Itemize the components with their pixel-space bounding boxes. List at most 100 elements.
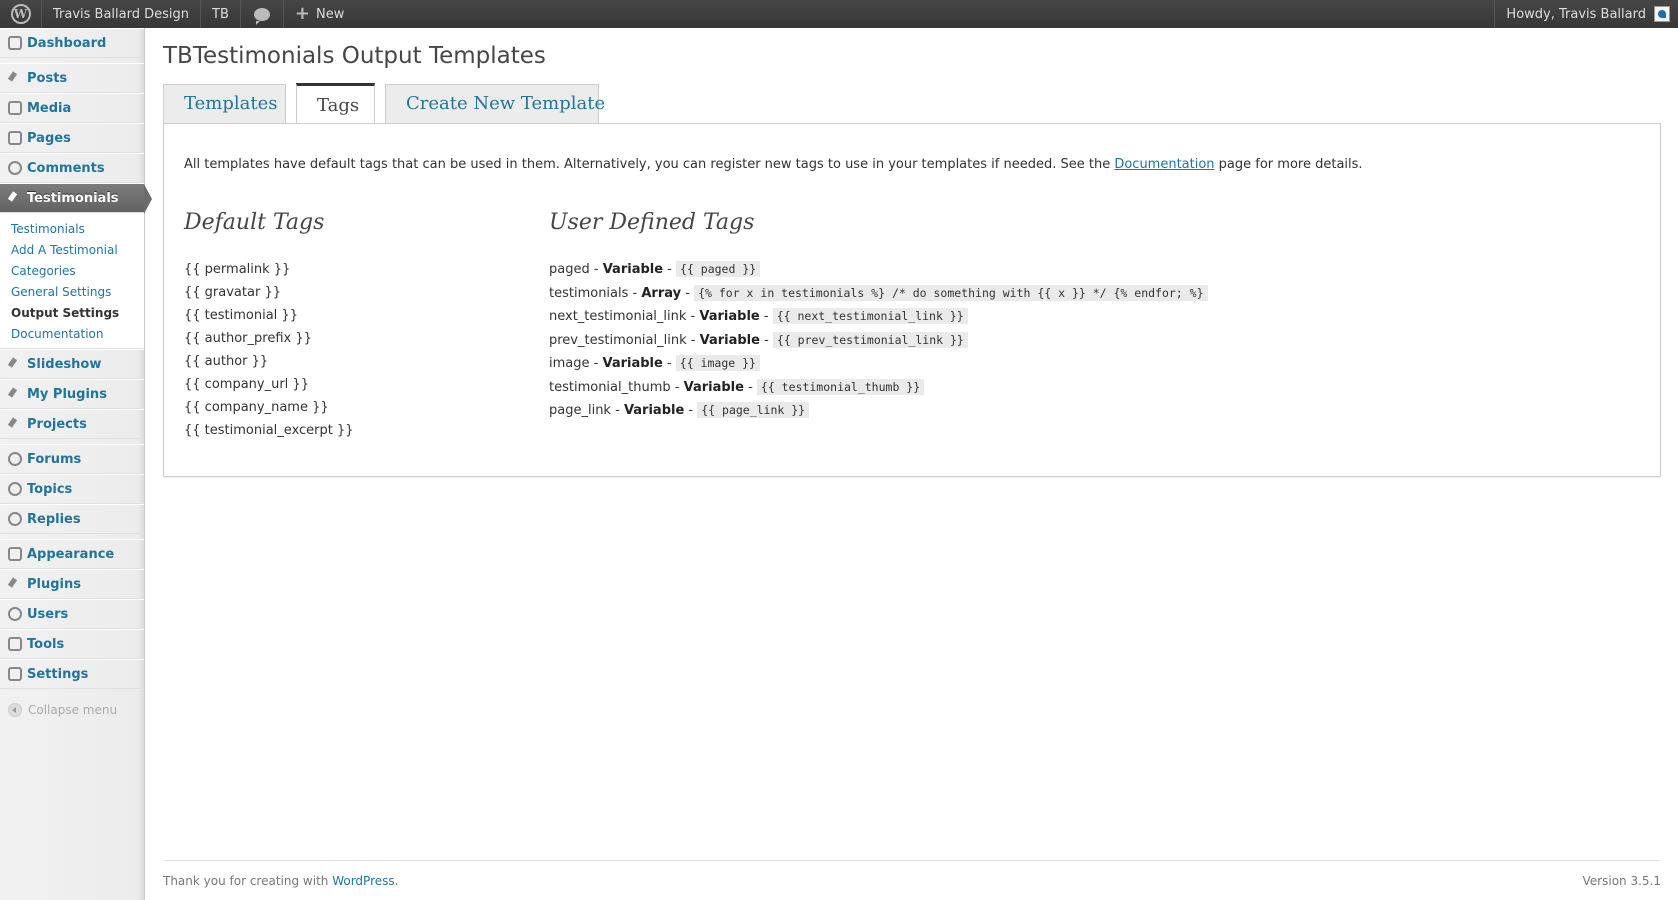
plugin-icon xyxy=(8,577,22,591)
menu-pages[interactable]: Pages xyxy=(0,123,144,153)
comments-button[interactable] xyxy=(241,0,284,28)
pin-icon xyxy=(8,417,22,431)
menu-testimonials-label: Testimonials xyxy=(27,190,119,206)
menu-slideshow[interactable]: Slideshow xyxy=(0,349,144,379)
menu-media-label: Media xyxy=(27,100,72,116)
tag-type: Variable xyxy=(602,356,663,371)
menu-posts-label: Posts xyxy=(27,70,68,86)
separator: - xyxy=(743,379,757,395)
menu-settings[interactable]: Settings xyxy=(0,659,144,689)
howdy-text: Howdy, Travis Ballard xyxy=(1506,6,1646,22)
list-item: {{ company_url }} xyxy=(184,377,309,392)
menu-dashboard[interactable]: Dashboard xyxy=(0,28,144,58)
list-item: {{ permalink }} xyxy=(184,262,291,277)
tag-name: image xyxy=(549,356,590,371)
menu-pages-label: Pages xyxy=(27,130,71,146)
comment-bubble-icon xyxy=(253,7,270,25)
menu-users[interactable]: Users xyxy=(0,599,144,629)
intro-text: All templates have default tags that can… xyxy=(184,157,1363,172)
separator: - xyxy=(670,379,684,395)
tag-type: Variable xyxy=(699,309,760,324)
documentation-link[interactable]: Documentation xyxy=(1114,157,1214,172)
list-item: paged - Variable - {{ paged }} xyxy=(549,261,1208,286)
menu-dashboard-label: Dashboard xyxy=(27,35,107,51)
menu-replies-label: Replies xyxy=(27,511,81,527)
list-item: page_link - Variable - {{ page_link }} xyxy=(549,402,1208,427)
list-item: testimonial_thumb - Variable - {{ testim… xyxy=(549,378,1208,404)
account-menu[interactable]: Howdy, Travis Ballard xyxy=(1494,0,1678,28)
list-item: next_testimonial_link - Variable - {{ ne… xyxy=(549,308,1208,333)
tab-templates[interactable]: Templates xyxy=(163,84,286,123)
separator: - xyxy=(589,356,603,371)
new-content-button[interactable]: + New xyxy=(284,0,355,28)
separator: - xyxy=(663,262,677,277)
tag-code: {{ testimonial_thumb }} xyxy=(756,378,925,395)
intro-text-main: All templates have default tags that can… xyxy=(184,157,1115,172)
intro-text-after: page for more details. xyxy=(1214,157,1363,172)
separator: - xyxy=(759,309,773,324)
tag-code: {{ paged }} xyxy=(676,261,761,277)
tab-create-new-template[interactable]: Create New Template xyxy=(385,84,605,123)
menu-plugins[interactable]: Plugins xyxy=(0,569,144,599)
menu-appearance[interactable]: Appearance xyxy=(0,539,144,569)
list-item: testimonials - Array - {% for x in testi… xyxy=(549,284,1208,310)
menu-settings-label: Settings xyxy=(27,666,89,682)
default-tags-list: {{ permalink }} {{ gravatar }} {{ testim… xyxy=(184,262,354,446)
tools-icon xyxy=(8,637,22,651)
user-tags-heading: User Defined Tags xyxy=(549,210,755,235)
footer-thanks-text: Thank you for creating with xyxy=(163,874,333,888)
testimonials-submenu: Testimonials Add A Testimonial Categorie… xyxy=(0,213,144,349)
topics-icon xyxy=(8,482,22,496)
menu-forums-label: Forums xyxy=(27,451,82,467)
menu-projects[interactable]: Projects xyxy=(0,409,144,439)
tag-name: testimonial_thumb xyxy=(549,379,671,395)
tag-name: testimonials xyxy=(549,285,629,301)
user-tags-list: paged - Variable - {{ paged }} testimoni… xyxy=(549,261,1208,427)
submenu-output-settings[interactable]: Output Settings xyxy=(0,303,144,324)
tag-type: Variable xyxy=(602,262,664,277)
tag-code: {{ prev_testimonial_link }} xyxy=(772,331,968,348)
pin-icon xyxy=(8,191,22,205)
footer: Thank you for creating with WordPress. V… xyxy=(163,860,1661,888)
tags-panel: All templates have default tags that can… xyxy=(163,123,1661,477)
collapse-menu-button[interactable]: Collapse menu xyxy=(0,695,144,725)
menu-forums[interactable]: Forums xyxy=(0,444,144,474)
menu-replies[interactable]: Replies xyxy=(0,504,144,534)
submenu-testimonials[interactable]: Testimonials xyxy=(0,219,144,240)
menu-media[interactable]: Media xyxy=(0,93,144,123)
tag-code: {{ image }} xyxy=(675,355,760,371)
menu-posts[interactable]: Posts xyxy=(0,63,144,93)
list-item: prev_testimonial_link - Variable - {{ pr… xyxy=(549,331,1208,357)
submenu-general-settings[interactable]: General Settings xyxy=(0,282,144,303)
plus-icon: + xyxy=(294,3,310,24)
submenu-add-testimonial[interactable]: Add A Testimonial xyxy=(0,240,144,261)
menu-testimonials[interactable]: Testimonials xyxy=(0,183,152,214)
tag-code: {{ next_testimonial_link }} xyxy=(772,308,968,324)
separator: - xyxy=(681,285,695,301)
list-item: {{ testimonial_excerpt }} xyxy=(184,423,354,438)
menu-comments[interactable]: Comments xyxy=(0,153,144,183)
tag-name: page_link xyxy=(549,403,611,418)
list-item: {{ author_prefix }} xyxy=(184,331,312,346)
separator: - xyxy=(610,403,624,418)
list-item: {{ author }} xyxy=(184,354,269,369)
tb-menu-link[interactable]: TB xyxy=(201,0,241,28)
menu-topics-label: Topics xyxy=(27,481,73,497)
appearance-icon xyxy=(8,547,22,561)
list-item: image - Variable - {{ image }} xyxy=(549,355,1208,380)
wordpress-link[interactable]: WordPress xyxy=(332,874,394,888)
list-item: {{ gravatar }} xyxy=(184,285,281,300)
tab-tags[interactable]: Tags xyxy=(296,83,375,123)
menu-tools[interactable]: Tools xyxy=(0,629,144,659)
submenu-categories[interactable]: Categories xyxy=(0,261,144,282)
submenu-documentation[interactable]: Documentation xyxy=(0,324,144,345)
wordpress-logo-button[interactable]: W xyxy=(0,0,42,28)
site-name-link[interactable]: Travis Ballard Design xyxy=(42,0,202,28)
main-content: TBTestimonials Output Templates Template… xyxy=(163,28,1661,477)
forums-icon xyxy=(8,452,22,466)
separator: - xyxy=(686,332,700,348)
menu-my-plugins[interactable]: My Plugins xyxy=(0,379,144,409)
separator: - xyxy=(759,332,773,348)
tag-type: Variable xyxy=(623,403,685,418)
menu-topics[interactable]: Topics xyxy=(0,474,144,504)
